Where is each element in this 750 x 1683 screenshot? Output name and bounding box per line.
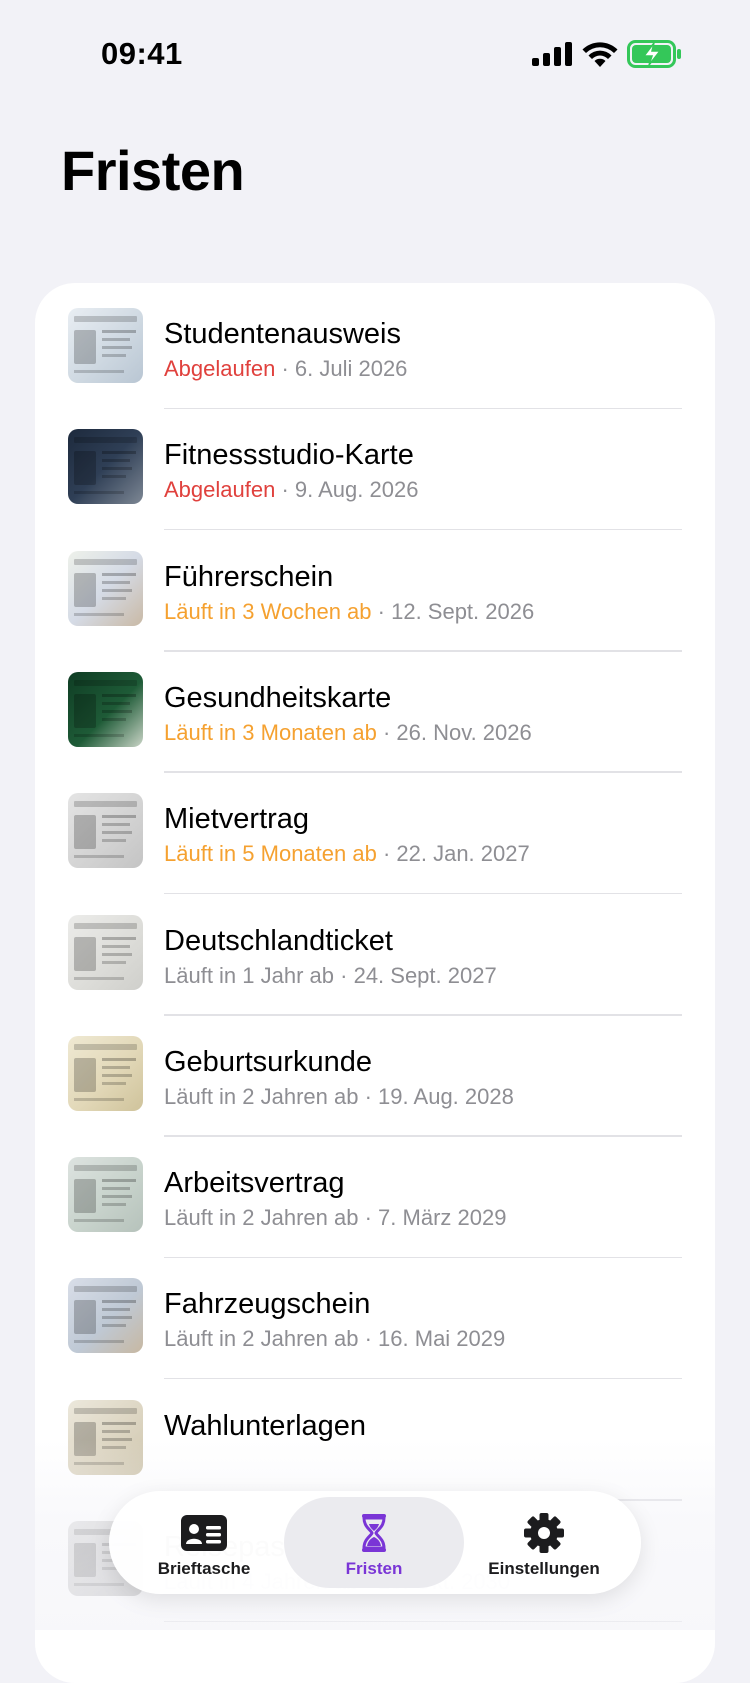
tab-label: Brieftasche [157, 1559, 251, 1578]
expiry-status: Abgelaufen [164, 477, 276, 503]
document-thumbnail [68, 308, 143, 383]
status-bar: 09:41 [0, 0, 750, 110]
expiry-date: 12. Sept. 2026 [391, 598, 535, 624]
separator: · [376, 719, 397, 745]
separator: · [358, 1083, 379, 1109]
separator: · [275, 477, 295, 503]
tab-fristen[interactable]: Fristen [284, 1497, 464, 1588]
status-time: 09:41 [101, 36, 183, 71]
item-subtitle: Läuft in 3 Wochen ab · 12. Sept. 2026 [164, 599, 534, 625]
expiry-status: Abgelaufen [164, 356, 276, 381]
battery-charging-icon [627, 40, 681, 68]
separator: · [376, 841, 397, 867]
item-subtitle: Läuft in 2 Jahren ab · 16. Mai 2029 [164, 1326, 505, 1352]
expiry-date: 6. Juli 2026 [294, 356, 408, 381]
separator: · [334, 962, 354, 988]
tab-einstellungen[interactable]: Einstellungen [454, 1497, 634, 1588]
separator: · [275, 356, 295, 381]
expiry-status: Läuft in 3 Wochen ab [164, 598, 372, 624]
list-item[interactable]: Fahrzeugschein Läuft in 2 Jahren ab · 16.… [35, 1253, 715, 1380]
item-title: Mietvertrag [164, 803, 310, 836]
item-title: Wahlunterlagen [164, 1409, 367, 1442]
item-title: Fitnessstudio-Karte [164, 439, 414, 472]
item-subtitle: Läuft in 2 Jahren ab · 19. Aug. 2028 [164, 1084, 514, 1110]
expiry-date: 24. Sept. 2027 [353, 962, 497, 988]
expiry-status: Läuft in 5 Monaten ab [164, 841, 377, 867]
item-subtitle: Läuft in 3 Monaten ab · 26. Nov. 2026 [164, 720, 532, 746]
document-thumbnail [68, 1157, 143, 1233]
list-item[interactable]: Geburtsurkunde Läuft in 2 Jahren ab · 19.… [35, 1011, 715, 1137]
document-thumbnail [68, 1278, 143, 1354]
wifi-icon [582, 42, 618, 67]
id-card-icon [181, 1515, 227, 1551]
item-title: Deutschlandticket [164, 924, 393, 957]
item-title: Führerschein [164, 560, 334, 593]
expiry-date: 19. Aug. 2028 [378, 1083, 514, 1109]
expiry-date: 22. Jan. 2027 [396, 841, 530, 867]
expiry-date: 7. März 2029 [378, 1205, 507, 1231]
item-title: Arbeitsvertrag [164, 1167, 345, 1200]
document-thumbnail [68, 1399, 143, 1475]
expiry-status: Läuft in 2 Jahren ab [164, 1083, 359, 1109]
item-subtitle: Läuft in 5 Monaten ab · 22. Jan. 2027 [164, 841, 530, 867]
document-thumbnail [68, 793, 143, 869]
document-thumbnail [68, 1035, 143, 1111]
tab-label: Fristen [345, 1559, 403, 1578]
page-title: Fristen [61, 139, 245, 202]
deadlines-list: Studentenausweis Abgelaufen · 6. Juli 202… [35, 283, 715, 1683]
tab-bar: Brieftasche Fristen Einstellungen [109, 1491, 641, 1594]
item-subtitle: Abgelaufen · 9. Aug. 2026 [164, 477, 418, 503]
hourglass-icon [362, 1514, 386, 1552]
item-title: Gesundheitskarte [164, 681, 392, 714]
list-item[interactable]: Studentenausweis Abgelaufen · 6. Juli 202… [35, 283, 715, 409]
item-title: Geburtsurkunde [164, 1045, 372, 1078]
separator: · [358, 1205, 379, 1231]
document-thumbnail [68, 429, 143, 505]
list-item[interactable]: Gesundheitskarte Läuft in 3 Monaten ab · … [35, 647, 715, 773]
item-title: Fahrzeugschein [164, 1288, 371, 1321]
expiry-status: Läuft in 2 Jahren ab [164, 1326, 359, 1352]
list-item[interactable]: Arbeitsvertrag Läuft in 2 Jahren ab · 7. … [35, 1132, 715, 1259]
tab-brieftasche[interactable]: Brieftasche [114, 1497, 294, 1588]
list-item[interactable]: Führerschein Läuft in 3 Wochen ab · 12. S… [35, 526, 715, 652]
list-item[interactable]: Wahlunterlagen [35, 1375, 715, 1501]
list-item[interactable]: Fitnessstudio-Karte Abgelaufen · 9. Aug. … [35, 404, 715, 531]
separator: · [371, 598, 392, 624]
list-item[interactable]: Deutschlandticket Läuft in 1 Jahr ab · 24… [35, 890, 715, 1016]
item-subtitle: Abgelaufen · 6. Juli 2026 [164, 356, 407, 382]
item-title: Studentenausweis [164, 318, 401, 350]
expiry-status: Läuft in 2 Jahren ab [164, 1205, 359, 1231]
expiry-date: 9. Aug. 2026 [294, 477, 419, 503]
expiry-date: 26. Nov. 2026 [396, 719, 532, 745]
tab-label: Einstellungen [488, 1559, 600, 1578]
document-thumbnail [68, 914, 143, 990]
expiry-date: 16. Mai 2029 [378, 1326, 506, 1352]
document-thumbnail [68, 671, 143, 747]
gear-icon [524, 1513, 564, 1553]
expiry-status: Läuft in 3 Monaten ab [164, 719, 377, 745]
document-thumbnail [68, 550, 143, 626]
cellular-signal-icon [532, 42, 572, 66]
list-item[interactable]: Mietvertrag Läuft in 5 Monaten ab · 22. J… [35, 768, 715, 895]
item-subtitle: Läuft in 1 Jahr ab · 24. Sept. 2027 [164, 963, 497, 989]
item-subtitle: Läuft in 2 Jahren ab · 7. März 2029 [164, 1205, 506, 1231]
expiry-status: Läuft in 1 Jahr ab [164, 962, 335, 988]
separator: · [358, 1326, 379, 1352]
row-divider [164, 1620, 682, 1622]
